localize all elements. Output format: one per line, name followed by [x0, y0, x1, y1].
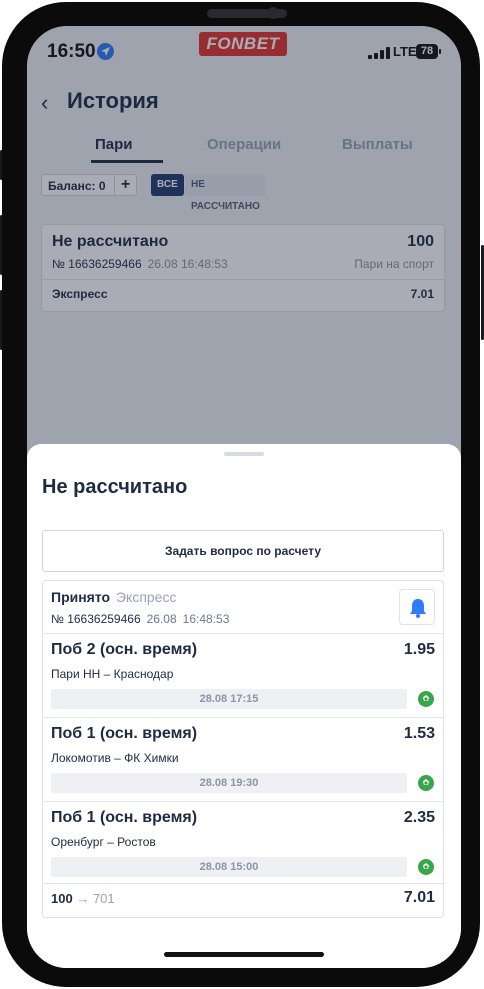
event-teams: Пари НН – Краснодар: [51, 667, 174, 681]
event-start: 28.08 17:15: [51, 689, 407, 709]
detail-number-row: № 16636259466 26.08 16:48:53: [51, 612, 229, 626]
event-teams: Оренбург – Ростов: [51, 835, 156, 849]
bet-detail-card: Принято Экспресс № 16636259466 26.08 16:48…: [42, 580, 444, 918]
event-row: Поб 1 (осн. время) 2.35 Оренбург – Росто…: [43, 801, 443, 885]
bottom-sheet: Не рассчитано Задать вопрос по расчету П…: [27, 444, 461, 968]
event-odd: 1.95: [403, 641, 435, 658]
ask-question-button[interactable]: Задать вопрос по расчету: [42, 530, 444, 572]
event-outcome: Поб 1 (осн. время): [51, 725, 198, 742]
event-odd: 1.53: [403, 725, 435, 742]
soccer-ball-icon: [418, 859, 434, 875]
sheet-drag-handle[interactable]: [224, 452, 264, 456]
front-camera: [267, 7, 279, 19]
event-start: 28.08 19:30: [51, 773, 407, 793]
phone-device: 16:50 FONBET LTE 78 ‹ История Пари Опера…: [0, 0, 484, 989]
event-odd: 2.35: [403, 809, 435, 826]
phone-frame: 16:50 FONBET LTE 78 ‹ История Пари Опера…: [2, 2, 480, 987]
total-row: 100 → 701 7.01: [43, 881, 443, 917]
soccer-ball-icon: [418, 691, 434, 707]
event-teams: Локомотив – ФК Химки: [51, 751, 179, 765]
app-screen: 16:50 FONBET LTE 78 ‹ История Пари Опера…: [27, 26, 461, 968]
notification-bell-button[interactable]: [399, 589, 435, 625]
bell-icon: [410, 599, 426, 618]
event-outcome: Поб 1 (осн. время): [51, 809, 198, 826]
accepted-label: Принято: [51, 589, 111, 605]
stake-amount: 100: [51, 891, 73, 906]
arrow-right-icon: →: [76, 891, 90, 906]
event-row: Поб 1 (осн. время) 1.53 Локомотив – ФК Х…: [43, 717, 443, 801]
detail-time: 16:48:53: [182, 612, 230, 626]
bet-type-label: Экспресс: [115, 589, 177, 605]
accepted-row: Принято Экспресс: [51, 589, 176, 605]
total-coef: 7.01: [403, 889, 435, 906]
sheet-title: Не рассчитано: [42, 476, 188, 498]
event-start: 28.08 15:00: [51, 857, 407, 877]
event-outcome: Поб 2 (осн. время): [51, 641, 198, 658]
soccer-ball-icon: [418, 775, 434, 791]
potential-win: 701: [92, 891, 115, 906]
stake-row: 100 → 701: [51, 891, 115, 906]
detail-number: № 16636259466: [51, 612, 141, 626]
detail-date: 26.08: [146, 612, 177, 626]
event-row: Поб 2 (осн. время) 1.95 Пари НН – Красно…: [43, 633, 443, 717]
home-indicator[interactable]: [164, 952, 324, 957]
